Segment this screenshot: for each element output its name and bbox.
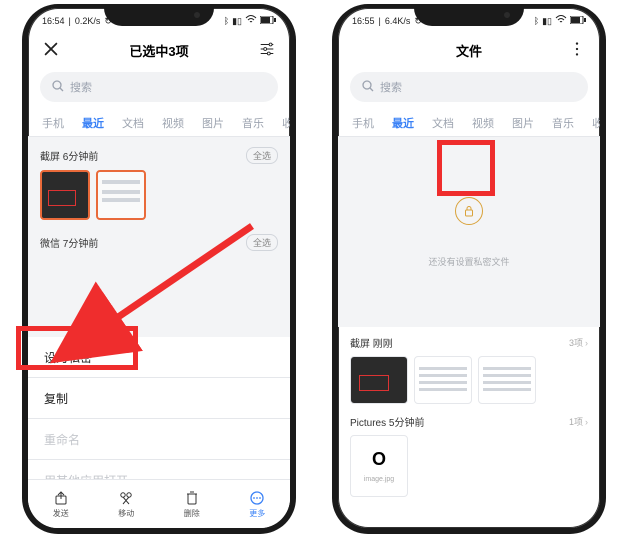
tab-fav[interactable]: 收藏	[282, 115, 290, 131]
tab-phone[interactable]: 手机	[352, 115, 374, 131]
tab-image[interactable]: 图片	[512, 115, 534, 131]
section-count[interactable]: 3项›	[569, 336, 588, 349]
toolbar-more[interactable]: 更多	[249, 490, 265, 519]
card-caption: image.jpg	[364, 476, 394, 483]
status-time: 16:55	[352, 16, 375, 26]
search-input[interactable]: 搜索	[350, 72, 588, 102]
status-net: 0.2K/s	[75, 16, 101, 26]
thumbnail[interactable]	[40, 170, 90, 220]
thumbnail[interactable]	[414, 356, 472, 404]
tab-recent[interactable]: 最近	[392, 115, 414, 131]
tabs: 手机 最近 文档 视频 图片 音乐 收藏	[28, 110, 290, 137]
tabs: 手机 最近 文档 视频 图片 音乐 收藏	[338, 110, 600, 137]
toolbar-send[interactable]: 发送	[53, 490, 69, 519]
phone-right: 16:55 | 6.4K/s ↻ ᛒ ▮▯ 文件 搜索 手机 最近	[332, 4, 606, 534]
chevron-right-icon: ›	[585, 338, 588, 348]
notch	[104, 6, 214, 26]
page-title: 文件	[370, 41, 568, 60]
search-placeholder: 搜索	[380, 79, 402, 95]
search-icon	[52, 80, 64, 95]
signal-icon: ▮▯	[542, 16, 552, 27]
thumbnail[interactable]	[350, 356, 408, 404]
sheet-rename: 重命名	[28, 419, 290, 460]
search-placeholder: 搜索	[70, 79, 92, 95]
title-bar: 文件	[338, 32, 600, 68]
tab-video[interactable]: 视频	[162, 115, 184, 131]
tab-image[interactable]: 图片	[202, 115, 224, 131]
chevron-right-icon: ›	[585, 417, 588, 427]
bluetooth-icon: ᛒ	[224, 16, 229, 26]
tab-docs[interactable]: 文档	[122, 115, 144, 131]
sheet-copy[interactable]: 复制	[28, 378, 290, 419]
search-input[interactable]: 搜索	[40, 72, 278, 102]
tab-docs[interactable]: 文档	[432, 115, 454, 131]
toolbar-delete[interactable]: 删除	[184, 490, 200, 519]
battery-icon	[570, 16, 586, 26]
card-letter: O	[372, 449, 386, 470]
bluetooth-icon: ᛒ	[534, 16, 539, 26]
tab-fav[interactable]: 收藏	[592, 115, 600, 131]
title-bar: 已选中3项	[28, 32, 290, 68]
highlight-lock	[437, 140, 495, 196]
more-icon[interactable]	[568, 40, 586, 61]
annotation-arrow	[84, 216, 284, 361]
search-icon	[362, 80, 374, 95]
lock-icon[interactable]	[455, 197, 483, 225]
section-title: Pictures 5分钟前	[350, 414, 424, 429]
select-all-button[interactable]: 全选	[246, 147, 278, 164]
file-list[interactable]: 截屏 刚刚 3项› Pictures 5分钟前 1项› O image.jp	[338, 327, 600, 515]
tab-video[interactable]: 视频	[472, 115, 494, 131]
page-title: 已选中3项	[60, 41, 258, 60]
tab-music[interactable]: 音乐	[242, 115, 264, 131]
tab-recent[interactable]: 最近	[82, 115, 104, 131]
thumbnail[interactable]	[96, 170, 146, 220]
toolbar-move[interactable]: 移动	[118, 490, 134, 519]
wifi-icon	[245, 15, 257, 27]
section-title: 截屏 刚刚	[350, 335, 393, 350]
bottom-toolbar: 发送 移动 删除 更多	[28, 479, 290, 528]
section-head-1: 截屏 6分钟前 全选	[40, 147, 278, 164]
tab-music[interactable]: 音乐	[552, 115, 574, 131]
thumbnail[interactable]	[478, 356, 536, 404]
section-title: 截屏 6分钟前	[40, 148, 98, 163]
thumbnail-card[interactable]: O image.jpg	[350, 435, 408, 497]
wifi-icon	[555, 15, 567, 27]
status-time: 16:54	[42, 16, 65, 26]
close-icon[interactable]	[42, 40, 60, 61]
status-net: 6.4K/s	[385, 16, 411, 26]
filter-icon[interactable]	[258, 40, 276, 61]
section-count[interactable]: 1项›	[569, 415, 588, 428]
notch	[414, 6, 524, 26]
battery-icon	[260, 16, 276, 26]
empty-caption: 还没有设置私密文件	[428, 255, 509, 268]
tab-phone[interactable]: 手机	[42, 115, 64, 131]
signal-icon: ▮▯	[232, 16, 242, 27]
